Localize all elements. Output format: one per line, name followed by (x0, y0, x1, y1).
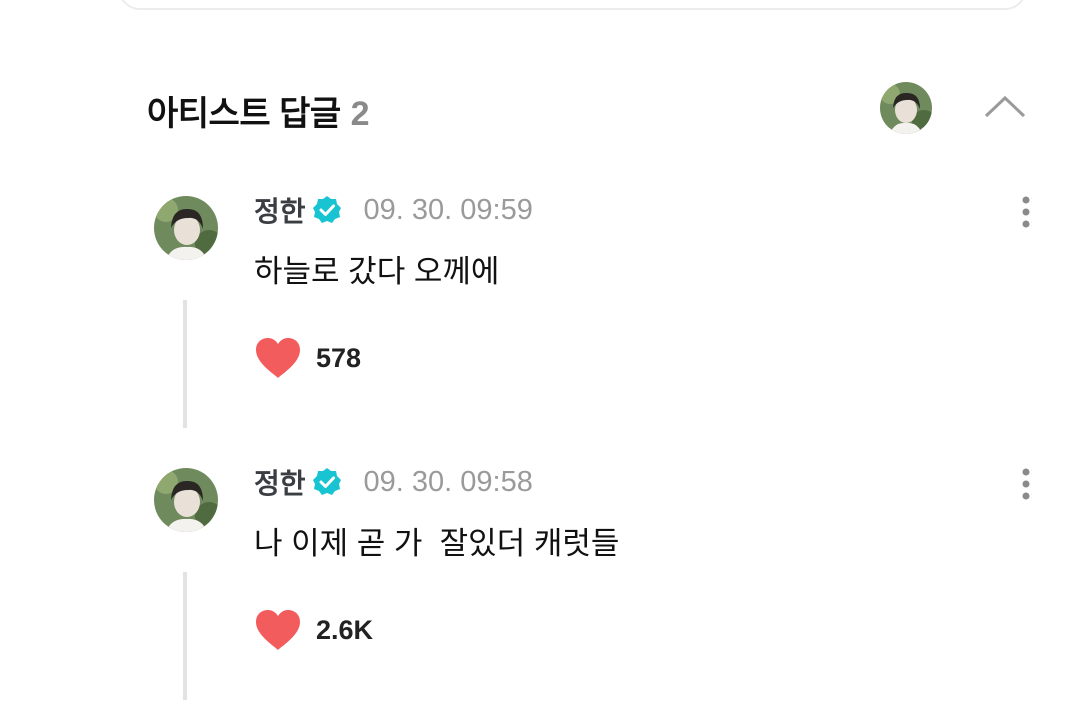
more-options-button[interactable] (1010, 192, 1042, 232)
section-title-text: 아티스트 답글 (147, 95, 341, 133)
chevron-up-icon (984, 95, 1026, 118)
author-name[interactable]: 정한 (254, 462, 306, 502)
like-button[interactable]: 2.6K (254, 608, 373, 652)
author-name[interactable]: 정한 (254, 190, 306, 230)
heart-icon (256, 338, 300, 378)
verified-badge-icon (312, 468, 341, 495)
thread-line (183, 572, 187, 700)
like-button[interactable]: 578 (254, 336, 361, 380)
comment-timestamp: 09. 30. 09:58 (363, 465, 533, 498)
artist-avatar[interactable] (880, 82, 932, 134)
comment-meta: 정한 09. 30. 09:58 (254, 462, 533, 502)
artist-replies-header: 아티스트 답글 2 (0, 78, 1080, 138)
previous-comment-card (118, 0, 1027, 10)
more-vertical-icon (1022, 468, 1030, 500)
verified-badge-icon (312, 196, 341, 223)
more-vertical-icon (1022, 196, 1030, 228)
comment-text: 나 이제 곧 가 잘있더 캐럿들 (254, 526, 620, 561)
comment-text: 하늘로 갔다 오께에 (254, 254, 500, 289)
like-count: 2.6K (316, 614, 374, 645)
collapse-button[interactable] (982, 90, 1028, 122)
comment-timestamp: 09. 30. 09:59 (363, 193, 533, 226)
author-avatar[interactable] (154, 196, 218, 260)
author-avatar[interactable] (154, 468, 218, 532)
section-title: 아티스트 답글 2 (147, 86, 370, 135)
heart-icon (256, 610, 300, 650)
thread-line (183, 300, 187, 428)
comment-meta: 정한 09. 30. 09:59 (254, 190, 533, 230)
more-options-button[interactable] (1010, 464, 1042, 504)
reply-count: 2 (350, 95, 370, 133)
like-count: 578 (316, 342, 362, 373)
